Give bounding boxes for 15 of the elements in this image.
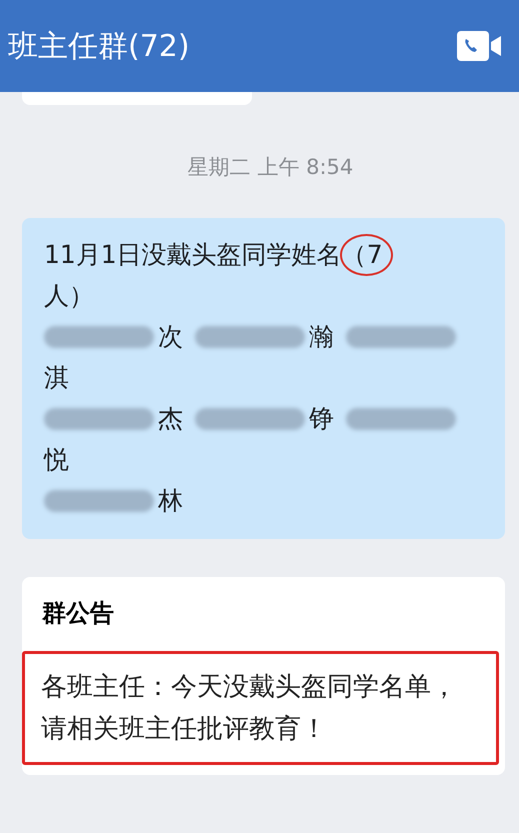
name-text: 瀚 (309, 321, 334, 353)
chat-title: 班主任群(72) (8, 28, 190, 66)
circled-count: （7 (340, 234, 393, 276)
name-text: 悦 (44, 444, 69, 476)
timestamp: 星期二 上午 8:54 (186, 154, 354, 181)
name-text: 杰 (158, 403, 183, 435)
message-text: 人） (44, 280, 94, 312)
video-call-icon[interactable] (457, 31, 503, 61)
name-text: 铮 (309, 403, 334, 435)
announcement-text: 各班主任：今天没戴头盔同学名单，请相关班主任批评教育！ (41, 672, 457, 744)
name-text: 林 (158, 485, 183, 517)
message-text: 11月1日没戴头盔同学姓名 (44, 239, 342, 271)
name-text: 次 (158, 321, 183, 353)
announcement-title: 群公告 (40, 598, 115, 629)
name-text: 淇 (44, 362, 69, 394)
